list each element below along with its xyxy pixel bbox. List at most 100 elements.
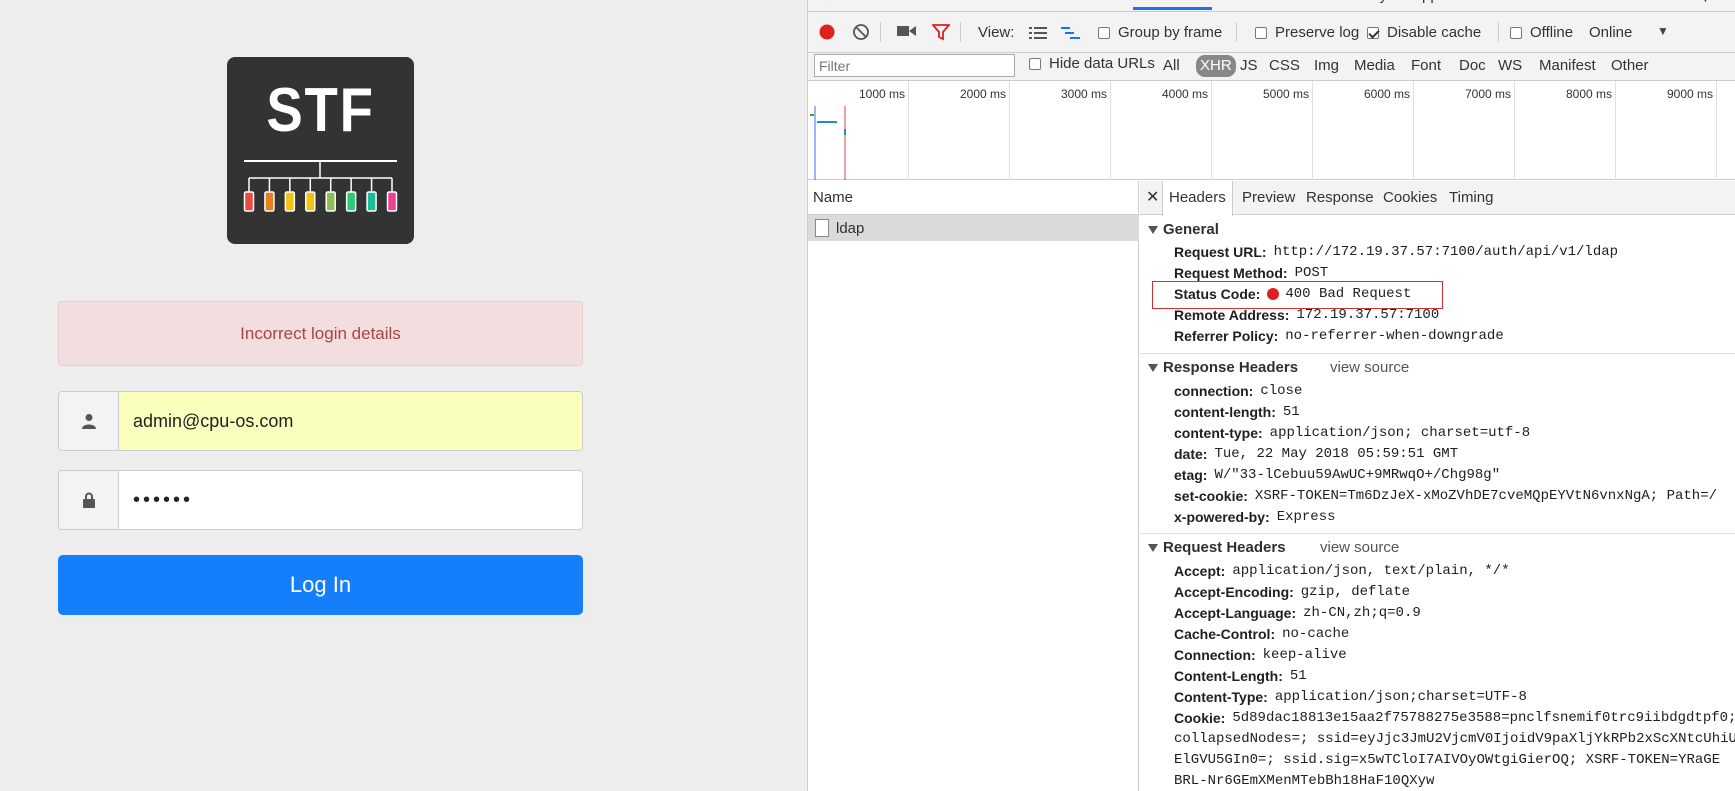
type-filter-media[interactable]: Media bbox=[1354, 55, 1395, 77]
logo-device-pin bbox=[386, 191, 398, 212]
logo-device-pin bbox=[366, 191, 377, 212]
tab-elements[interactable]: Elements bbox=[906, 0, 969, 10]
view-label: View: bbox=[978, 24, 1015, 41]
logo-device-pin bbox=[264, 191, 275, 212]
response-view-source-link[interactable]: view source bbox=[1330, 359, 1409, 376]
logo-device-pin bbox=[284, 191, 296, 212]
request-header-row: Cookie: 5d89dac18813e15aa2f75788275e3588=… bbox=[1174, 710, 1735, 726]
timeline-tick-label: 4000 ms bbox=[1161, 87, 1208, 101]
preserve-log-checkbox[interactable]: Preserve log bbox=[1255, 24, 1359, 41]
file-icon bbox=[815, 219, 829, 237]
tab-response[interactable]: Response bbox=[1300, 181, 1380, 215]
camera-icon[interactable] bbox=[897, 24, 917, 38]
group-by-frame-checkbox[interactable]: Group by frame bbox=[1098, 24, 1222, 41]
tab-application[interactable]: Application bbox=[1412, 0, 1485, 10]
error-count-icon[interactable]: ● 1 bbox=[1610, 0, 1632, 10]
checkbox-icon bbox=[1255, 26, 1267, 39]
type-filter-all[interactable]: All bbox=[1163, 55, 1180, 77]
throttling-select[interactable]: Online bbox=[1589, 24, 1632, 41]
password-input[interactable] bbox=[119, 471, 582, 529]
record-icon[interactable] bbox=[818, 23, 836, 41]
logo-device-pin bbox=[345, 191, 357, 212]
device-tree-icon bbox=[243, 160, 398, 212]
type-filter-js[interactable]: JS bbox=[1240, 55, 1258, 77]
checkbox-icon bbox=[1029, 57, 1041, 70]
type-filter-ws[interactable]: WS bbox=[1498, 55, 1522, 77]
devtools-panel: ⬉ ▭ Elements Console Sources Network Per… bbox=[807, 0, 1735, 791]
disable-cache-checkbox[interactable]: Disable cache bbox=[1367, 24, 1481, 41]
type-filter-img[interactable]: Img bbox=[1314, 55, 1339, 77]
type-filter-doc[interactable]: Doc bbox=[1459, 55, 1486, 77]
type-filter-css[interactable]: CSS bbox=[1269, 55, 1300, 77]
logo-device-pin bbox=[305, 191, 316, 212]
tab-headers[interactable]: Headers bbox=[1162, 181, 1233, 216]
password-input-group bbox=[58, 470, 583, 530]
error-status-icon bbox=[1267, 288, 1280, 300]
login-button[interactable]: Log In bbox=[58, 555, 583, 615]
request-detail-pane: ✕ Headers Preview Response Cookies Timin… bbox=[1140, 181, 1735, 791]
request-header-row: Content-Type: application/json;charset=UT… bbox=[1174, 689, 1527, 705]
list-view-icon[interactable] bbox=[1029, 26, 1047, 40]
login-error-message: Incorrect login details bbox=[240, 323, 401, 343]
request-header-row: Accept-Encoding: gzip, deflate bbox=[1174, 584, 1410, 600]
chevron-down-icon[interactable]: ▼ bbox=[1657, 24, 1669, 38]
device-toolbar-icon[interactable]: ▭ bbox=[843, 0, 857, 10]
tab-console[interactable]: Console bbox=[993, 0, 1048, 10]
tab-performance[interactable]: Performance bbox=[1226, 0, 1312, 10]
request-row-ldap[interactable]: ldap bbox=[808, 215, 1139, 241]
general-section-toggle[interactable]: General bbox=[1148, 221, 1219, 238]
type-filter-other[interactable]: Other bbox=[1611, 55, 1649, 77]
response-header-row: set-cookie: XSRF-TOKEN=Tm6DzJeX-xMoZVhDE7… bbox=[1174, 488, 1717, 504]
timeline-bars bbox=[810, 106, 846, 180]
name-column-header[interactable]: Name bbox=[808, 181, 1139, 215]
user-icon bbox=[59, 392, 119, 450]
tab-cookies[interactable]: Cookies bbox=[1377, 181, 1443, 215]
expand-triangle-icon bbox=[1148, 363, 1158, 372]
stf-login-page: STF Incorrect login details Log In bbox=[0, 0, 807, 791]
waterfall-view-icon[interactable] bbox=[1061, 26, 1081, 40]
more-options-icon[interactable]: ⋮ bbox=[1698, 0, 1713, 10]
tab-sources[interactable]: Sources bbox=[1068, 0, 1123, 10]
offline-checkbox[interactable]: Offline bbox=[1510, 24, 1573, 41]
inspect-icon[interactable]: ⬉ bbox=[816, 0, 829, 10]
cookie-continuation: collapsedNodes=; ssid=eyJjc3JmU2VjcmV0Ij… bbox=[1174, 731, 1735, 747]
email-input[interactable] bbox=[119, 392, 582, 450]
timeline-tick-label: 7000 ms bbox=[1464, 87, 1511, 101]
warning-count-icon[interactable]: ▲ 1 bbox=[1646, 0, 1673, 10]
tab-memory[interactable]: Memory bbox=[1333, 0, 1387, 10]
request-header-row: Content-Length: 51 bbox=[1174, 668, 1307, 684]
expand-triangle-icon bbox=[1148, 543, 1158, 552]
checkbox-icon bbox=[1098, 26, 1110, 39]
clear-icon[interactable] bbox=[852, 23, 870, 41]
tab-more[interactable]: » bbox=[1516, 0, 1524, 10]
request-list: Name ldap bbox=[808, 181, 1139, 791]
timeline-tick-label: 8000 ms bbox=[1565, 87, 1612, 101]
filter-icon[interactable] bbox=[932, 23, 950, 41]
timeline-tick-label: 9000 ms bbox=[1666, 87, 1713, 101]
request-header-row: Accept-Language: zh-CN,zh;q=0.9 bbox=[1174, 605, 1421, 621]
tab-network[interactable]: Network bbox=[1133, 0, 1213, 10]
timeline-tick-label: 2000 ms bbox=[959, 87, 1006, 101]
network-toolbar: View: Group by frame Preserve log Disabl… bbox=[808, 12, 1735, 53]
lock-icon bbox=[59, 471, 119, 529]
general-row: Request URL: http://172.19.37.57:7100/aut… bbox=[1174, 244, 1619, 260]
response-header-row: etag: W/"33-lCebuu59AwUC+9MRwqO+/Chg98g" bbox=[1174, 467, 1501, 483]
hide-data-urls-checkbox[interactable]: Hide data URLs bbox=[1029, 55, 1155, 72]
filter-input[interactable] bbox=[814, 54, 1015, 77]
general-row: Referrer Policy: no-referrer-when-downgra… bbox=[1174, 328, 1504, 344]
email-input-group bbox=[58, 391, 583, 451]
request-header-row: Connection: keep-alive bbox=[1174, 647, 1347, 663]
request-headers-section-toggle[interactable]: Request Headers bbox=[1148, 539, 1286, 556]
response-header-row: content-length: 51 bbox=[1174, 404, 1300, 420]
request-header-row: Cache-Control: no-cache bbox=[1174, 626, 1350, 642]
type-filter-manifest[interactable]: Manifest bbox=[1539, 55, 1596, 77]
response-headers-section-toggle[interactable]: Response Headers bbox=[1148, 359, 1298, 376]
type-filter-xhr[interactable]: XHR bbox=[1196, 55, 1236, 77]
request-view-source-link[interactable]: view source bbox=[1320, 539, 1399, 556]
tab-preview[interactable]: Preview bbox=[1236, 181, 1301, 215]
type-filter-font[interactable]: Font bbox=[1411, 55, 1441, 77]
network-timeline-overview[interactable]: 1000 ms 2000 ms 3000 ms 4000 ms 5000 ms … bbox=[808, 81, 1735, 180]
timeline-tick-label: 6000 ms bbox=[1363, 87, 1410, 101]
timeline-tick-label: 5000 ms bbox=[1262, 87, 1309, 101]
tab-timing[interactable]: Timing bbox=[1443, 181, 1499, 215]
